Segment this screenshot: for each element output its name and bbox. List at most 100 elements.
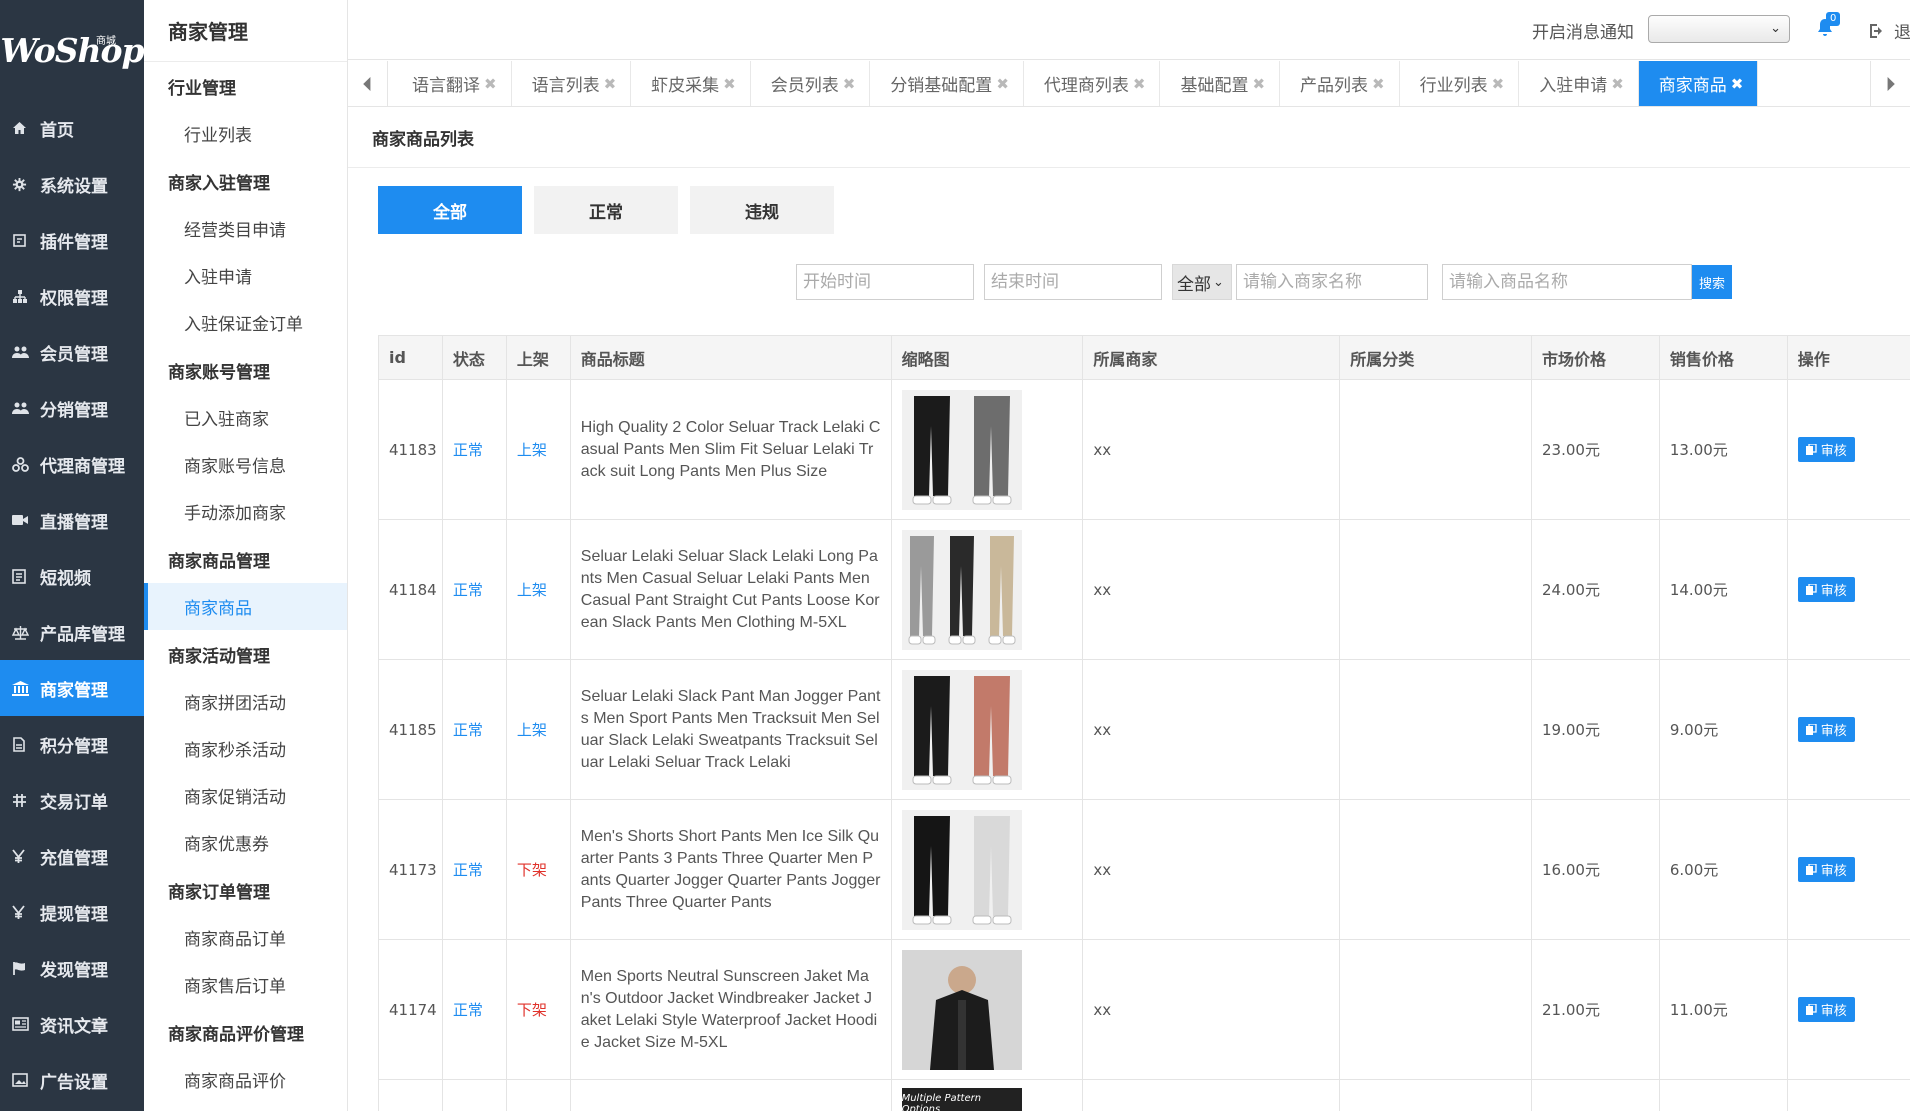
- status-select[interactable]: 全部 ⌄: [1172, 264, 1232, 300]
- submenu-item[interactable]: 入驻申请: [144, 252, 347, 299]
- product-thumbnail[interactable]: [901, 669, 1022, 790]
- close-icon[interactable]: ✖: [996, 75, 1009, 93]
- shelf-toggle-link[interactable]: 上架: [517, 581, 547, 599]
- submenu-group-heading[interactable]: 商家商品管理: [144, 535, 347, 583]
- menu-item-6[interactable]: 代理商管理: [0, 436, 144, 492]
- close-icon[interactable]: ✖: [1492, 75, 1505, 93]
- cell-title: Men Sports Neutral Sunscreen Jaket Man's…: [569, 939, 892, 1080]
- submenu-item[interactable]: 商家优惠券: [144, 819, 347, 866]
- brand-logo[interactable]: WoShop 商城: [0, 0, 144, 100]
- product-thumbnail[interactable]: Multiple Pattern Options: [901, 1088, 1022, 1111]
- menu-item-12[interactable]: 交易订单: [0, 772, 144, 828]
- product-thumbnail[interactable]: [901, 949, 1022, 1070]
- menu-item-13[interactable]: 充值管理: [0, 828, 144, 884]
- shelf-toggle-link[interactable]: 下架: [517, 861, 547, 879]
- menu-item-8[interactable]: 短视频: [0, 548, 144, 604]
- menu-item-7[interactable]: 直播管理: [0, 492, 144, 548]
- status-link[interactable]: 正常: [453, 1001, 483, 1019]
- shelf-toggle-link[interactable]: 下架: [517, 1001, 547, 1019]
- tab-3[interactable]: 会员列表 ✖: [751, 61, 871, 106]
- submenu-item[interactable]: 入驻保证金订单: [144, 299, 347, 346]
- submenu-item[interactable]: 商家商品订单: [144, 914, 347, 961]
- audit-button[interactable]: 审核: [1797, 577, 1855, 602]
- tab-1[interactable]: 语言列表 ✖: [512, 61, 632, 106]
- tab-9[interactable]: 入驻申请 ✖: [1519, 61, 1639, 106]
- search-button[interactable]: 搜索: [1692, 265, 1732, 299]
- tab-5[interactable]: 代理商列表 ✖: [1024, 61, 1161, 106]
- close-icon[interactable]: ✖: [723, 75, 736, 93]
- submenu-item[interactable]: 行业列表: [144, 110, 347, 157]
- menu-item-0[interactable]: 首页: [0, 100, 144, 156]
- tabs-scroll-left-button[interactable]: ⏴: [348, 61, 388, 106]
- submenu-group-heading[interactable]: 行业管理: [144, 62, 347, 110]
- close-icon[interactable]: ✖: [1372, 75, 1385, 93]
- submenu-group-heading[interactable]: 商家入驻管理: [144, 157, 347, 205]
- tab-2[interactable]: 虾皮采集 ✖: [631, 61, 751, 106]
- close-icon[interactable]: ✖: [1731, 75, 1744, 93]
- tab-0[interactable]: 语言翻译 ✖: [392, 61, 512, 106]
- filter-button-2[interactable]: 违规: [690, 186, 834, 234]
- submenu-group-heading[interactable]: 商家商品评价管理: [144, 1008, 347, 1056]
- shelf-toggle-link[interactable]: 上架: [517, 441, 547, 459]
- menu-item-16[interactable]: 资讯文章: [0, 996, 144, 1052]
- audit-button[interactable]: 审核: [1797, 437, 1855, 462]
- close-icon[interactable]: ✖: [604, 75, 617, 93]
- status-link[interactable]: 正常: [453, 861, 483, 879]
- audit-button[interactable]: 审核: [1797, 717, 1855, 742]
- status-link[interactable]: 正常: [453, 441, 483, 459]
- menu-item-11[interactable]: 积分管理: [0, 716, 144, 772]
- audit-button[interactable]: 审核: [1797, 857, 1855, 882]
- tab-4[interactable]: 分销基础配置 ✖: [870, 61, 1024, 106]
- menu-item-14[interactable]: 提现管理: [0, 884, 144, 940]
- submenu-group-heading[interactable]: 商家订单管理: [144, 866, 347, 914]
- submenu-item[interactable]: 商家售后订单: [144, 961, 347, 1008]
- status-link[interactable]: 正常: [453, 581, 483, 599]
- close-icon[interactable]: ✖: [484, 75, 497, 93]
- submenu-item[interactable]: 商家账号信息: [144, 441, 347, 488]
- filter-button-0[interactable]: 全部: [378, 186, 522, 234]
- submenu-item[interactable]: 商家秒杀活动: [144, 725, 347, 772]
- product-thumbnail[interactable]: [901, 389, 1022, 510]
- tab-10[interactable]: 商家商品 ✖: [1638, 61, 1759, 106]
- submenu-item[interactable]: 商家商品评价: [144, 1056, 347, 1103]
- close-icon[interactable]: ✖: [1133, 75, 1146, 93]
- product-thumbnail[interactable]: [901, 809, 1022, 930]
- end-time-input[interactable]: [984, 264, 1162, 300]
- bell-button[interactable]: 0: [1816, 12, 1841, 43]
- tab-8[interactable]: 行业列表 ✖: [1400, 61, 1520, 106]
- submenu-item[interactable]: 商家拼团活动: [144, 678, 347, 725]
- product-name-input[interactable]: [1442, 264, 1692, 300]
- submenu-item[interactable]: 商家促销活动: [144, 772, 347, 819]
- product-thumbnail[interactable]: [901, 529, 1022, 650]
- column-header: 缩略图: [890, 335, 1084, 380]
- logout-button[interactable]: 退: [1868, 18, 1910, 43]
- tab-6[interactable]: 基础配置 ✖: [1160, 61, 1281, 106]
- submenu-item[interactable]: 已入驻商家: [144, 394, 347, 441]
- submenu-item[interactable]: 商家商品: [144, 583, 347, 630]
- submenu-item[interactable]: 经营类目申请: [144, 205, 347, 252]
- close-icon[interactable]: ✖: [1611, 75, 1624, 93]
- start-time-input[interactable]: [796, 264, 974, 300]
- shelf-toggle-link[interactable]: 上架: [517, 721, 547, 739]
- menu-item-10[interactable]: 商家管理: [0, 660, 144, 716]
- tabs-scroll-right-button[interactable]: ⏵: [1870, 61, 1910, 106]
- notify-select[interactable]: ⌄: [1648, 15, 1790, 43]
- menu-item-17[interactable]: 广告设置: [0, 1052, 144, 1108]
- menu-item-1[interactable]: 系统设置: [0, 156, 144, 212]
- filter-button-1[interactable]: 正常: [534, 186, 678, 234]
- menu-item-2[interactable]: 插件管理: [0, 212, 144, 268]
- tab-7[interactable]: 产品列表 ✖: [1280, 61, 1400, 106]
- menu-item-15[interactable]: 发现管理: [0, 940, 144, 996]
- close-icon[interactable]: ✖: [1252, 75, 1265, 93]
- submenu-group-heading[interactable]: 商家活动管理: [144, 630, 347, 678]
- close-icon[interactable]: ✖: [843, 75, 856, 93]
- menu-item-3[interactable]: 权限管理: [0, 268, 144, 324]
- audit-button[interactable]: 审核: [1797, 997, 1855, 1022]
- menu-item-5[interactable]: 分销管理: [0, 380, 144, 436]
- submenu-group-heading[interactable]: 商家账号管理: [144, 346, 347, 394]
- merchant-name-input[interactable]: [1236, 264, 1428, 300]
- submenu-item[interactable]: 手动添加商家: [144, 488, 347, 535]
- menu-item-4[interactable]: 会员管理: [0, 324, 144, 380]
- menu-item-9[interactable]: 产品库管理: [0, 604, 144, 660]
- status-link[interactable]: 正常: [453, 721, 483, 739]
